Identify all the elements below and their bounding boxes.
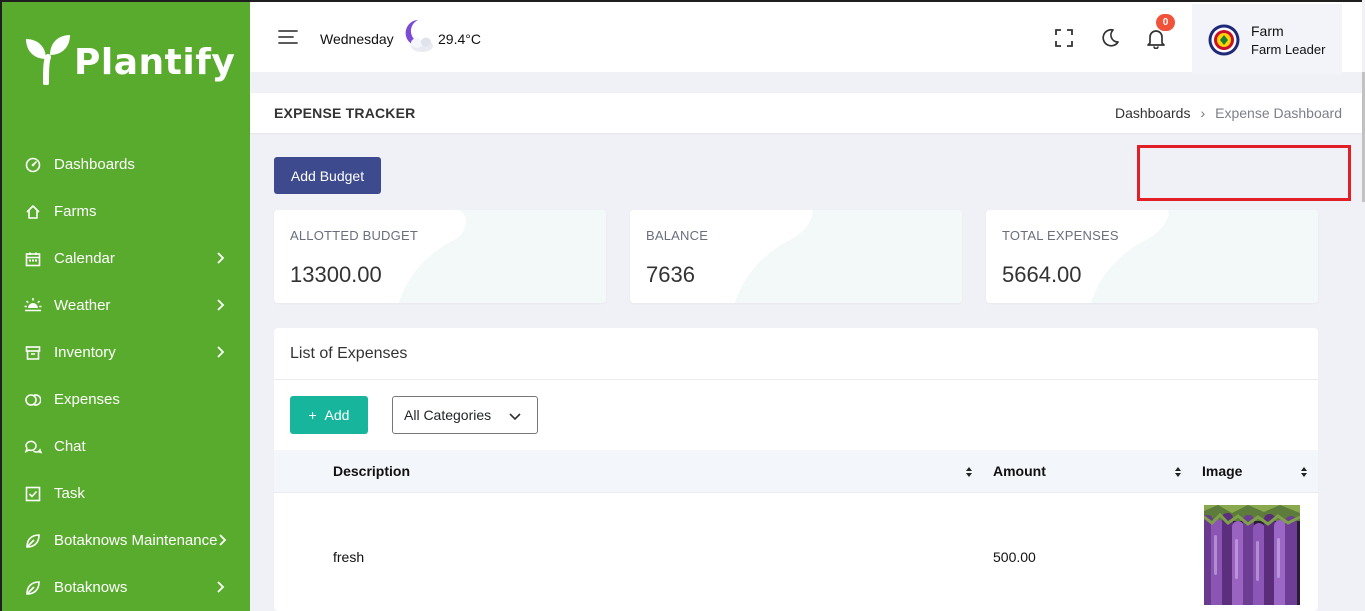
sidebar-item-label: Chat: [54, 438, 86, 455]
sidebar-item-label: Calendar: [54, 250, 115, 267]
plus-icon: +: [308, 407, 317, 423]
plant-logo-icon: [26, 35, 70, 85]
card-wave-decoration: [399, 210, 606, 303]
sidebar-item-task[interactable]: Task: [2, 470, 250, 517]
chevron-down-icon: [509, 413, 521, 421]
card-value: 13300.00: [290, 262, 382, 287]
breadcrumb: Dashboards › Expense Dashboard: [1115, 105, 1342, 121]
sidebar-item-label: Dashboards: [54, 156, 135, 173]
add-budget-button[interactable]: Add Budget: [274, 157, 381, 194]
highlight-box: [1137, 145, 1351, 201]
sidebar-item-calendar[interactable]: Calendar: [2, 235, 250, 282]
divider: [274, 379, 1318, 380]
chevron-right-icon: [217, 299, 225, 311]
weekday-text: Wednesday: [320, 31, 394, 47]
card-label: TOTAL EXPENSES: [1002, 228, 1119, 243]
calendar-icon: [24, 250, 42, 268]
fullscreen-icon[interactable]: [1053, 27, 1075, 49]
sidebar-item-expenses[interactable]: Expenses: [2, 376, 250, 423]
user-role: Farm Leader: [1251, 42, 1326, 57]
sort-icon[interactable]: [1174, 466, 1182, 478]
brand-logo[interactable]: Plantify: [24, 32, 235, 86]
page-header: EXPENSE TRACKER Dashboards › Expense Das…: [250, 93, 1362, 133]
sidebar-item-label: Weather: [54, 297, 111, 314]
sidebar-item-botaknows[interactable]: Botaknows: [2, 564, 250, 611]
sun-icon: [24, 297, 42, 315]
add-expense-button[interactable]: + Add: [290, 396, 368, 434]
expense-list-panel: List of Expenses + Add All Categories De…: [274, 328, 1318, 611]
add-label: Add: [324, 407, 350, 423]
breadcrumb-current: Expense Dashboard: [1215, 105, 1342, 121]
total-expenses-card: TOTAL EXPENSES 5664.00: [986, 210, 1318, 303]
moon-cloud-icon: [405, 20, 433, 52]
notification-badge: 0: [1156, 14, 1175, 31]
chevron-right-icon: [217, 252, 225, 264]
card-label: BALANCE: [646, 228, 709, 243]
sidebar-item-weather[interactable]: Weather: [2, 282, 250, 329]
card-wave-decoration: [1091, 210, 1318, 303]
sidebar-item-label: Botaknows Maintenance: [54, 532, 218, 549]
topbar: Wednesday 29.4°C 0 Farm Farm Leader: [250, 0, 1362, 74]
user-name: Farm: [1251, 23, 1284, 39]
row-description: fresh: [333, 549, 365, 565]
coins-icon: [24, 391, 42, 409]
temperature-text: 29.4°C: [438, 31, 481, 47]
menu-toggle-icon[interactable]: [278, 29, 300, 45]
row-amount: 500.00: [993, 549, 1036, 565]
brand-name: Plantify: [74, 41, 236, 83]
allotted-budget-card: ALLOTTED BUDGET 13300.00: [274, 210, 606, 303]
sidebar-menu: Dashboards Farms Calendar Weather Invent…: [2, 141, 250, 611]
category-select-value: All Categories: [404, 407, 492, 423]
sidebar-item-dashboards[interactable]: Dashboards: [2, 141, 250, 188]
avatar: [1208, 24, 1240, 56]
sidebar-item-botaknows-maintenance[interactable]: Botaknows Maintenance: [2, 517, 250, 564]
sidebar-item-farms[interactable]: Farms: [2, 188, 250, 235]
moon-icon[interactable]: [1099, 27, 1121, 49]
breadcrumb-dashboards[interactable]: Dashboards: [1115, 105, 1191, 121]
sidebar-item-chat[interactable]: Chat: [2, 423, 250, 470]
chevron-right-icon: [217, 346, 225, 358]
chevron-right-icon: [219, 534, 227, 546]
sidebar-item-label: Farms: [54, 203, 97, 220]
breadcrumb-separator-icon: ›: [1200, 105, 1206, 121]
table-header: Description Amount Image: [274, 450, 1318, 493]
leaf-icon: [24, 532, 42, 550]
eggplant-photo[interactable]: [1204, 505, 1300, 605]
sidebar: Plantify Dashboards Farms Calendar Weath…: [0, 0, 250, 611]
gauge-icon: [24, 156, 42, 174]
card-label: ALLOTTED BUDGET: [290, 228, 418, 243]
sort-icon[interactable]: [1300, 466, 1308, 478]
sidebar-item-label: Task: [54, 485, 85, 502]
card-wave-decoration: [735, 210, 962, 303]
sort-icon[interactable]: [965, 466, 973, 478]
home-icon: [24, 203, 42, 221]
card-value: 5664.00: [1002, 262, 1082, 287]
column-header-image[interactable]: Image: [1202, 463, 1242, 479]
panel-title: List of Expenses: [290, 345, 408, 362]
user-profile[interactable]: Farm Farm Leader: [1192, 4, 1342, 74]
chat-icon: [24, 438, 42, 456]
column-header-description[interactable]: Description: [333, 463, 410, 479]
category-select[interactable]: All Categories: [392, 396, 538, 434]
sidebar-item-inventory[interactable]: Inventory: [2, 329, 250, 376]
sidebar-item-label: Botaknows: [54, 579, 128, 596]
balance-card: BALANCE 7636: [630, 210, 962, 303]
chevron-right-icon: [217, 581, 225, 593]
column-header-amount[interactable]: Amount: [993, 463, 1046, 479]
sidebar-item-label: Inventory: [54, 344, 116, 361]
checkbox-icon: [24, 485, 42, 503]
sidebar-item-label: Expenses: [54, 391, 120, 408]
card-value: 7636: [646, 262, 695, 287]
page-title: EXPENSE TRACKER: [274, 105, 416, 121]
leaf-icon: [24, 579, 42, 597]
archive-icon: [24, 344, 42, 362]
